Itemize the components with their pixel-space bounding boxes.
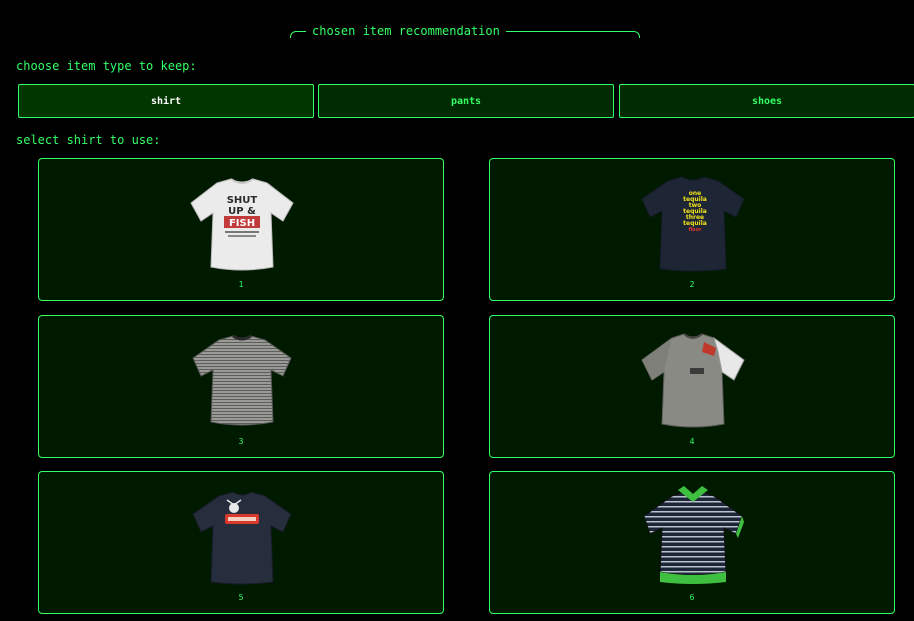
choose-item-type-label: choose item type to keep: xyxy=(16,59,197,73)
shirt-image xyxy=(192,334,292,426)
item-card[interactable]: one tequila two tequila three tequila fl… xyxy=(489,158,895,301)
recommendation-page: chosen item recommendation choose item t… xyxy=(0,0,914,621)
type-button-shoes[interactable]: shoes xyxy=(619,84,914,118)
shirt-print-line: tequila xyxy=(683,220,707,227)
item-type-selector: shirt pants shoes xyxy=(18,84,914,118)
item-number: 6 xyxy=(689,593,695,602)
item-card[interactable]: 6 xyxy=(489,471,895,614)
item-number: 1 xyxy=(238,280,244,289)
item-number: 3 xyxy=(238,437,244,446)
item-number: 4 xyxy=(689,437,695,446)
shirt-print-line: SHUT xyxy=(227,195,258,206)
shirt-print-line: UP & xyxy=(228,206,256,217)
item-card[interactable]: 3 xyxy=(38,315,444,458)
shirt-image xyxy=(641,333,745,428)
type-button-pants[interactable]: pants xyxy=(318,84,614,118)
item-card[interactable]: 4 xyxy=(489,315,895,458)
item-number: 2 xyxy=(689,280,695,289)
select-item-label: select shirt to use: xyxy=(16,133,161,147)
shirt-image: SHUT UP & FISH xyxy=(190,178,294,271)
section-title: chosen item recommendation xyxy=(306,23,506,39)
shirt-image: one tequila two tequila three tequila fl… xyxy=(641,176,745,272)
shirt-print-line: FISH xyxy=(229,218,255,229)
shirt-image xyxy=(643,486,744,584)
item-number: 5 xyxy=(238,593,244,602)
type-button-shirt[interactable]: shirt xyxy=(18,84,314,118)
shirt-print-line: floor xyxy=(688,227,702,233)
item-card[interactable]: SHUT UP & FISH 1 xyxy=(38,158,444,301)
shirt-image xyxy=(192,491,292,585)
item-card[interactable]: 5 xyxy=(38,471,444,614)
